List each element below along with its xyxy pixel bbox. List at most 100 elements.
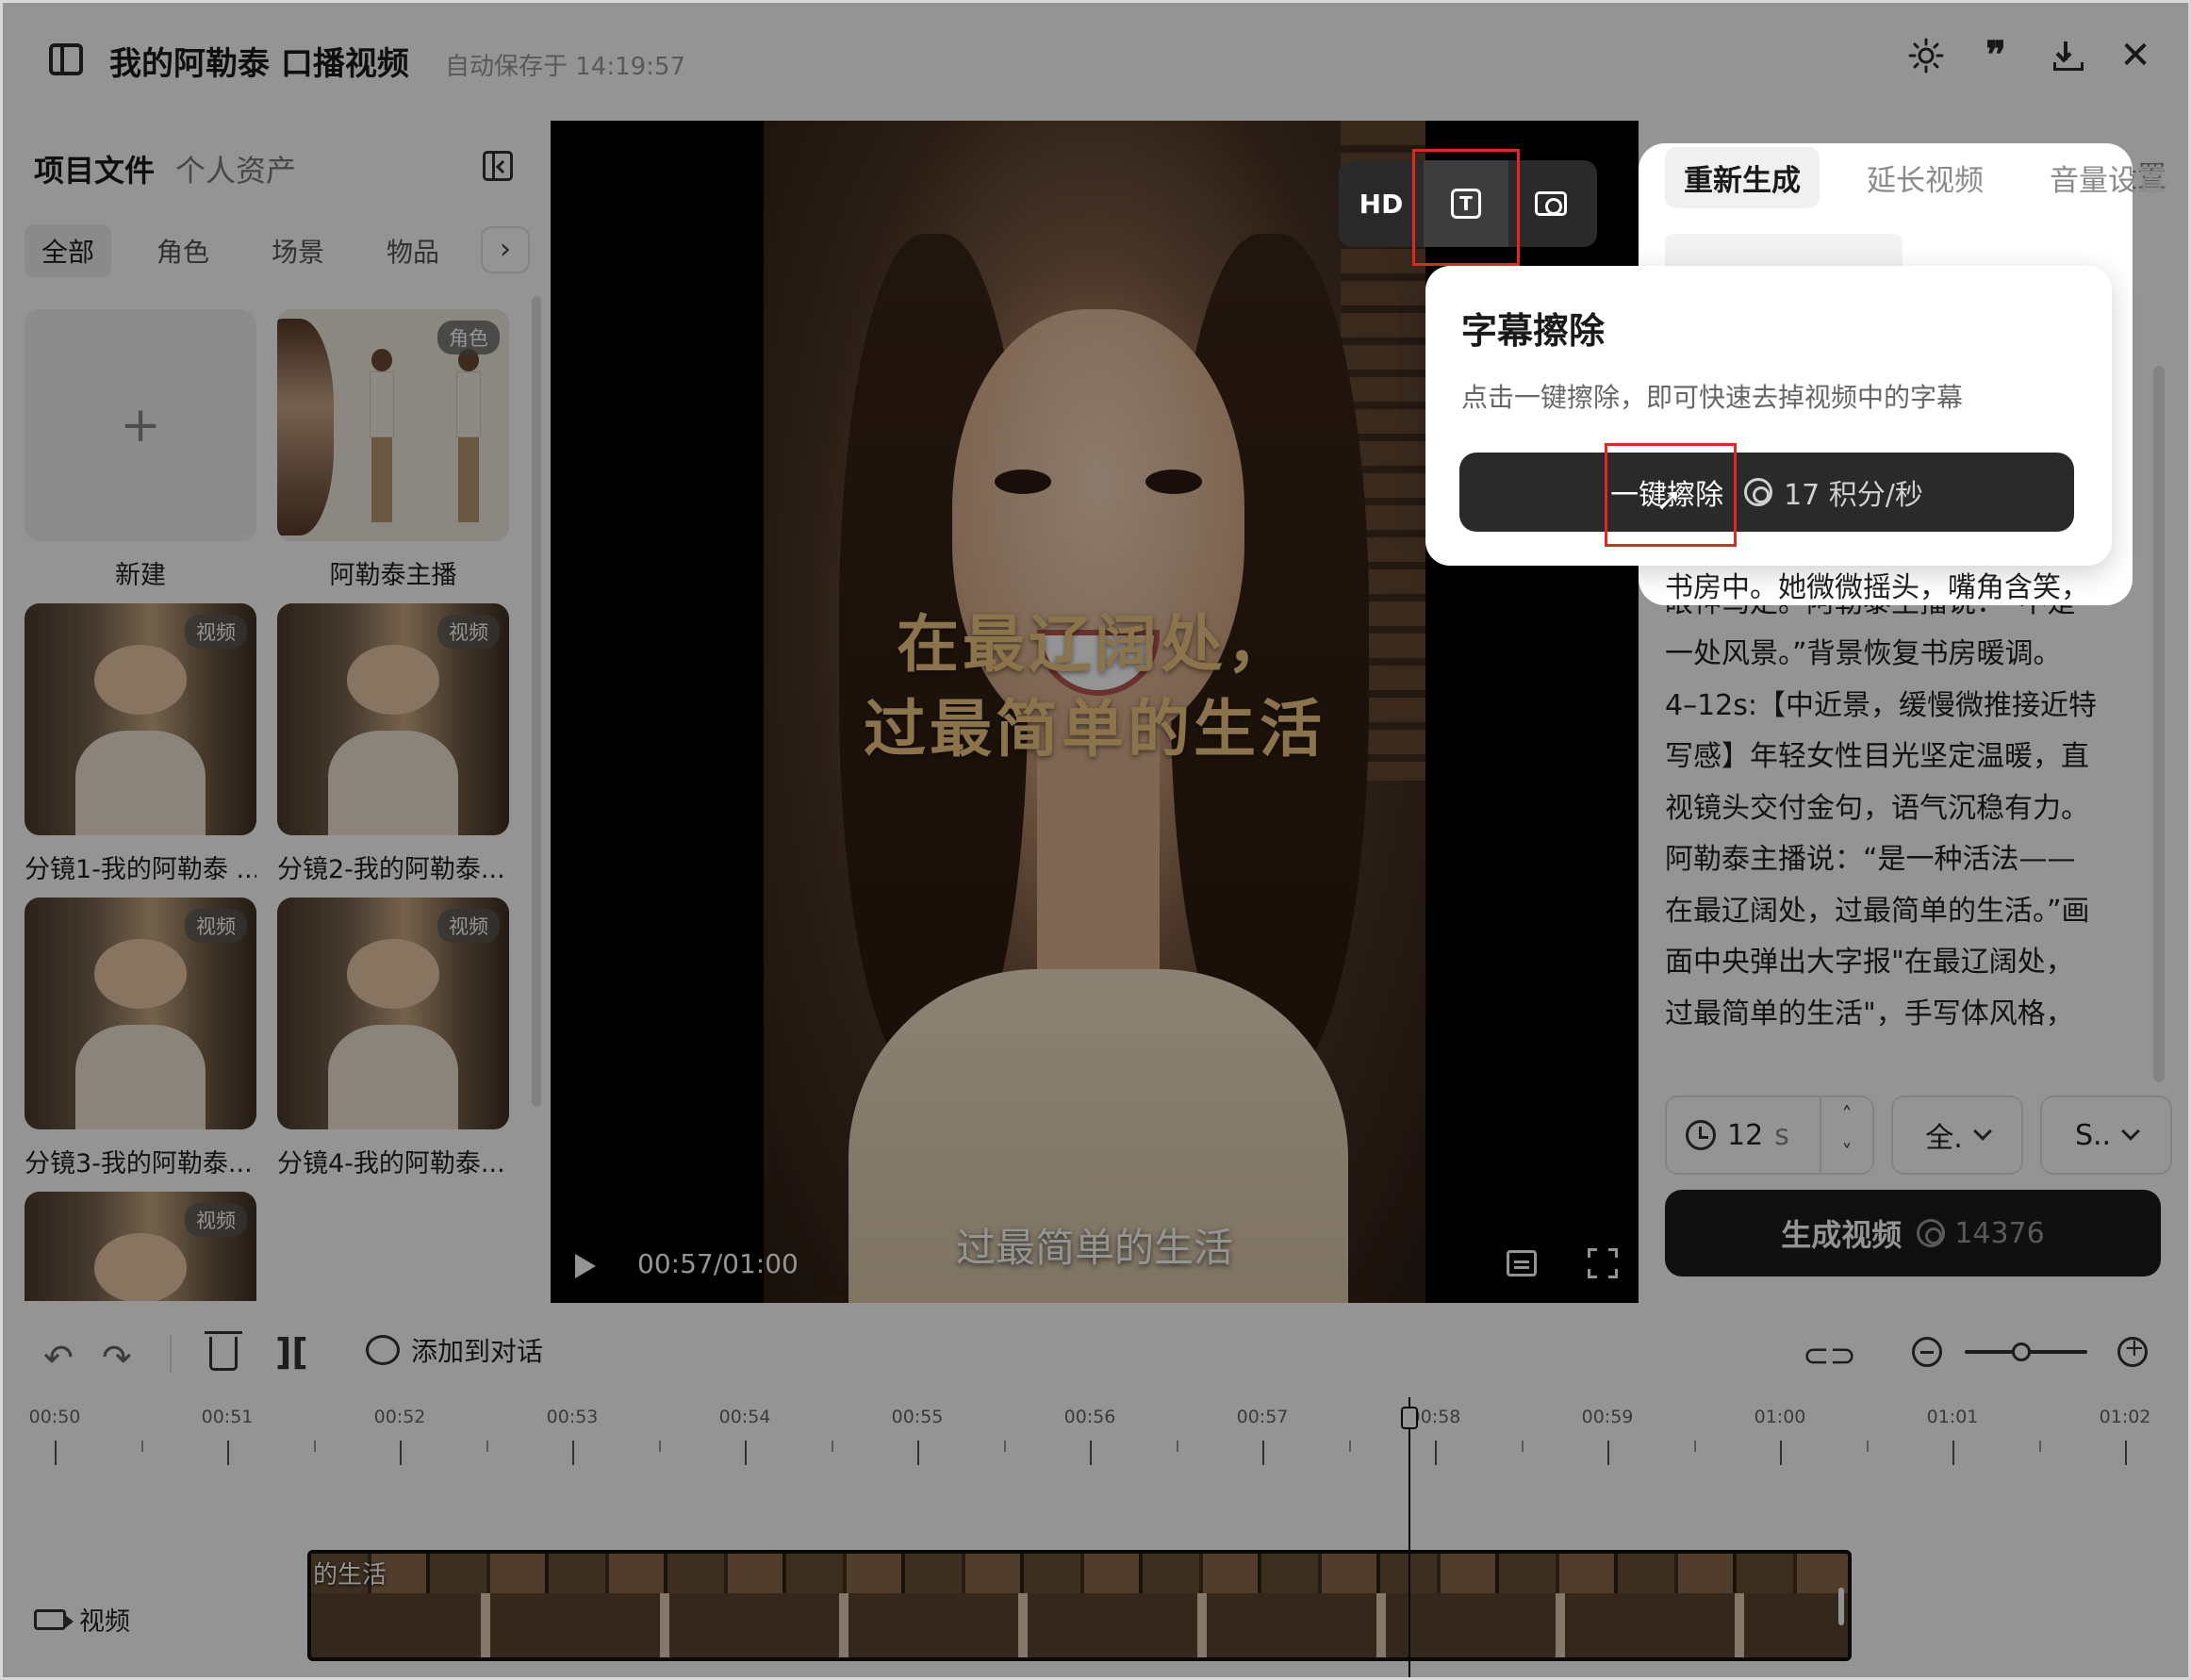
download-icon[interactable] <box>2048 38 2084 74</box>
assets-scrollbar[interactable] <box>532 296 541 1107</box>
generate-cost-value: 14376 <box>1954 1216 2045 1250</box>
asset-badge: 视频 <box>185 1203 247 1237</box>
zoom-out-icon[interactable] <box>1912 1337 1942 1367</box>
clip-trim-handle[interactable] <box>1838 1588 1844 1625</box>
prompt-line: 面中央弹出大字报"在最辽阔处， <box>1665 946 2074 979</box>
video-camera-icon <box>34 1608 74 1630</box>
one-click-erase-button[interactable]: 一键擦除 17 积分/秒 <box>1459 453 2074 532</box>
tick-minor <box>486 1441 488 1452</box>
tick-major <box>400 1441 402 1465</box>
video-frame[interactable]: 在最辽阔处， 过最简单的生活 过最简单的生活 <box>764 121 1425 1303</box>
popup-description: 点击一键擦除，即可快速去掉视频中的字幕 <box>1461 382 1964 413</box>
redo-icon[interactable]: ↷ <box>102 1337 132 1378</box>
video-clip[interactable]: 的生活 <box>307 1550 1852 1661</box>
asset-caption: 分镜2-我的阿勒泰... <box>277 855 505 884</box>
erase-cost-value: 17 积分/秒 <box>1784 479 1923 512</box>
tick-label: 00:57 <box>1236 1407 1289 1427</box>
quote-icon[interactable]: ❞ <box>1978 37 2014 74</box>
delete-icon[interactable] <box>205 1331 242 1371</box>
filter-next-button[interactable]: › <box>481 226 530 273</box>
add-to-chat-label: 添加到对话 <box>411 1336 544 1367</box>
asset-badge: 视频 <box>185 909 247 943</box>
duration-stepper[interactable]: 12 s ˄ ˅ <box>1665 1095 1874 1175</box>
track-name: 视频 <box>79 1607 130 1637</box>
video-title-line: 在最辽阔处， <box>897 607 1293 681</box>
tick-major <box>1952 1441 1954 1465</box>
asset-thumbnail[interactable]: 视频 <box>25 603 256 835</box>
prompt-line: 在最辽阔处，过最简单的生活。”画 <box>1665 894 2090 928</box>
credits-icon <box>1917 1219 1946 1247</box>
decrement-icon[interactable]: ˅ <box>1821 1135 1872 1173</box>
tick-label: 00:55 <box>891 1407 944 1427</box>
asset-caption: 分镜3-我的阿勒泰... <box>25 1149 253 1178</box>
prompt-line-highlight: 书房中。她微微摇头，嘴角含笑， <box>1665 571 2089 604</box>
tick-minor <box>1348 1441 1351 1452</box>
asset-card[interactable]: 角色 阿勒泰主播 <box>277 309 509 591</box>
tab-personal-assets[interactable]: 个人资产 <box>175 147 296 190</box>
filter-all[interactable]: 全部 <box>25 224 112 277</box>
zoom-in-icon[interactable] <box>2117 1334 2148 1367</box>
asset-card[interactable]: 视频 分镜1-我的阿勒泰 ... <box>25 603 256 885</box>
asset-thumbnail[interactable]: 视频 <box>277 898 509 1129</box>
tick-label: 00:53 <box>546 1407 599 1427</box>
tick-minor <box>140 1441 143 1452</box>
resolution-select[interactable]: 全. <box>1891 1095 2023 1175</box>
tick-major <box>1262 1441 1264 1465</box>
asset-thumbnail[interactable]: 视频 <box>25 898 256 1129</box>
asset-card[interactable]: 视频 分镜2-我的阿勒泰... <box>277 603 509 885</box>
clip-subtitle-text: 的生活 <box>313 1561 387 1589</box>
video-title-overlay: 在最辽阔处， 过最简单的生活 <box>764 601 1425 771</box>
tab-regenerate-highlight[interactable]: 重新生成 <box>1665 147 1820 208</box>
asset-thumbnail[interactable]: 视频 <box>25 1192 256 1301</box>
zoom-slider-handle[interactable] <box>2012 1342 2031 1361</box>
tick-label: 01:01 <box>1926 1407 1979 1427</box>
filter-scenes[interactable]: 场景 <box>255 224 341 277</box>
assets-tabs: 项目文件 个人资产 <box>34 147 296 190</box>
tick-minor <box>1866 1441 1869 1452</box>
increment-icon[interactable]: ˄ <box>1821 1097 1872 1135</box>
title-bar: 我的阿勒泰 口播视频 自动保存于 14:19:57 ❞ ✕ <box>0 0 2191 121</box>
generate-cost: 14376 <box>1917 1216 2045 1250</box>
time-ruler[interactable]: 00:50 00:51 00:52 00:53 00:54 00:55 00:56 00:57… <box>0 1407 2191 1482</box>
fullscreen-icon[interactable] <box>1588 1248 1618 1278</box>
generate-video-button[interactable]: 生成视频 14376 <box>1665 1190 2161 1276</box>
tick-label: 00:59 <box>1581 1407 1634 1427</box>
chevron-down-icon <box>1972 1122 1992 1141</box>
asset-card[interactable]: 视频 分镜4-我的阿勒泰... <box>277 898 509 1179</box>
tick-label: 00:51 <box>201 1407 254 1427</box>
asset-badge: 视频 <box>437 909 500 943</box>
new-asset-tile[interactable]: + 新建 <box>25 309 256 591</box>
tab-project-files[interactable]: 项目文件 <box>34 147 155 190</box>
tab-extend-highlight[interactable]: 延长视频 <box>1848 147 2002 208</box>
split-icon[interactable]: ][ <box>275 1331 308 1373</box>
tick-major <box>1607 1441 1609 1465</box>
filter-characters[interactable]: 角色 <box>140 224 226 277</box>
asset-thumbnail[interactable]: 角色 <box>277 309 509 541</box>
close-icon[interactable]: ✕ <box>2117 37 2153 74</box>
hd-button[interactable]: HD <box>1339 160 1424 247</box>
chevron-down-icon <box>2121 1122 2140 1141</box>
filter-items[interactable]: 物品 <box>370 224 456 277</box>
project-title[interactable]: 我的阿勒泰 口播视频 <box>109 38 409 84</box>
generation-options: 12 s ˄ ˅ 全. S.. <box>1665 1095 2172 1175</box>
tab-volume-highlight[interactable]: 音量设置 <box>2031 147 2185 208</box>
playhead-handle[interactable] <box>1401 1407 1418 1429</box>
ratio-select[interactable]: S.. <box>2040 1095 2172 1175</box>
subtitles-icon[interactable] <box>1507 1250 1537 1276</box>
asset-card[interactable]: 视频 分镜3-我的阿勒泰... <box>25 898 256 1179</box>
play-icon[interactable] <box>575 1254 596 1278</box>
plus-icon[interactable]: + <box>25 309 256 541</box>
collapse-panel-icon[interactable] <box>483 151 513 181</box>
asset-card[interactable]: 视频 <box>25 1192 256 1301</box>
tick-label: 00:50 <box>28 1407 81 1427</box>
undo-icon[interactable]: ↶ <box>43 1337 74 1378</box>
link-icon[interactable]: ⊂⊃ <box>1803 1337 1856 1375</box>
asset-thumbnail[interactable]: 视频 <box>277 603 509 835</box>
sun-icon[interactable] <box>1908 38 1944 74</box>
screenshot-button[interactable] <box>1508 160 1593 247</box>
ratio-value: S.. <box>2074 1118 2112 1152</box>
prompt-scrollbar[interactable] <box>2153 366 2165 1082</box>
add-to-chat-button[interactable]: 添加到对话 <box>366 1331 543 1369</box>
playhead[interactable] <box>1408 1397 1410 1680</box>
sidebar-toggle-icon[interactable] <box>49 43 83 75</box>
